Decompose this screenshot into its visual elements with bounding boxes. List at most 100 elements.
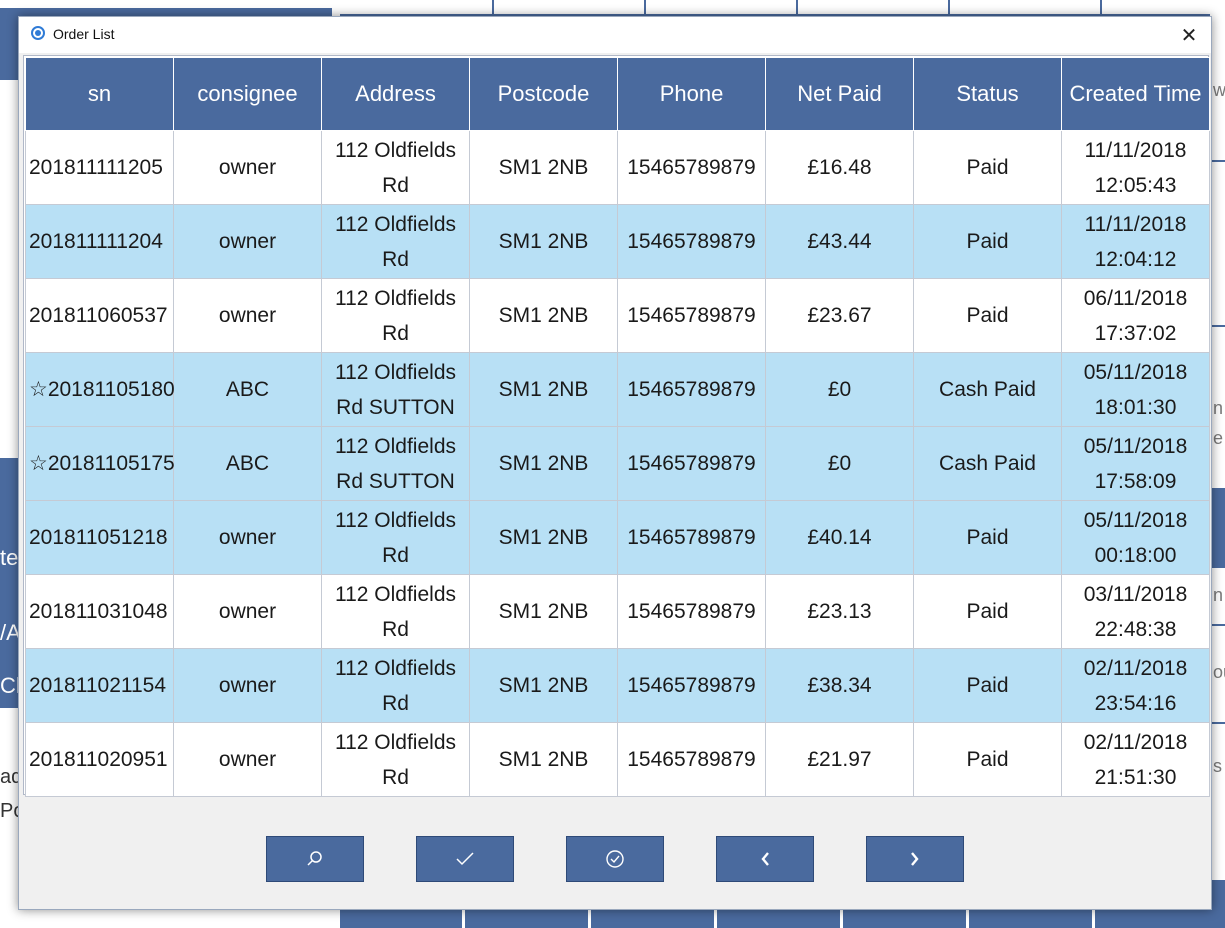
cell-created-time-text: 02/11/2018 [1083, 656, 1188, 680]
cell-address-text: 112 Oldfields [334, 656, 457, 680]
order-table-container: sn consignee Address Postcode Phone Net … [23, 55, 1210, 797]
background-divider [1212, 624, 1225, 626]
column-header-consignee[interactable]: consignee [173, 57, 322, 131]
cell-sn-text: 201811111204 [29, 230, 163, 253]
cell-phone-text: 15465789879 [627, 600, 756, 623]
cell-postcode: SM1 2NB [469, 130, 618, 205]
background-divider [1100, 0, 1102, 14]
table-row[interactable]: 201811031048 owner 112 Oldfields Rd SM1 2NB 1… [25, 574, 1210, 649]
cell-sn: 201811021154 [25, 648, 174, 723]
column-header-address[interactable]: Address [321, 57, 470, 131]
cell-address: 112 Oldfields Rd [321, 574, 470, 649]
table-row[interactable]: 201811060537 owner 112 Oldfields Rd SM1 2NB 1… [25, 278, 1210, 353]
background-right-button [1212, 488, 1225, 568]
cell-created-time: 06/11/2018 17:37:02 [1061, 278, 1210, 353]
background-divider [1212, 325, 1225, 327]
cell-phone: 15465789879 [617, 574, 766, 649]
cell-postcode: SM1 2NB [469, 648, 618, 723]
cell-address-text: Rd SUTTON [336, 395, 455, 419]
cell-address-text: 112 Oldfields [334, 212, 457, 236]
cell-phone-text: 15465789879 [627, 378, 756, 401]
cell-status: Cash Paid [913, 426, 1062, 501]
title-bar[interactable]: Order List ✕ [19, 17, 1211, 53]
cell-created-time: 02/11/2018 21:51:30 [1061, 722, 1210, 797]
cell-created-time-text: 11/11/2018 [1084, 138, 1187, 162]
table-row[interactable]: 201811021154 owner 112 Oldfields Rd SM1 2NB 1… [25, 648, 1210, 723]
cell-status: Paid [913, 130, 1062, 205]
search-icon [307, 851, 322, 866]
cell-address-text: 112 Oldfields [334, 360, 457, 384]
cell-created-time: 05/11/2018 00:18:00 [1061, 500, 1210, 575]
cell-phone: 15465789879 [617, 278, 766, 353]
cell-address-text: Rd [382, 765, 409, 789]
cell-created-time-text: 12:04:12 [1094, 247, 1177, 271]
cell-created-time-text: 22:48:38 [1094, 617, 1177, 641]
table-row[interactable]: 201811020951 owner 112 Oldfields Rd SM1 2NB 1… [25, 722, 1210, 797]
close-button[interactable]: ✕ [1175, 23, 1203, 47]
background-top-strip [340, 0, 1225, 16]
cell-sn-text: ☆20181105175 [29, 452, 175, 475]
cell-phone-text: 15465789879 [627, 748, 756, 771]
circle-check-icon [606, 850, 624, 868]
background-divider [462, 908, 465, 928]
cell-address-text: Rd [382, 321, 409, 345]
cell-address: 112 Oldfields Rd [321, 278, 470, 353]
cell-phone: 15465789879 [617, 204, 766, 279]
cell-consignee: owner [173, 722, 322, 797]
cell-consignee: ABC [173, 352, 322, 427]
cell-address: 112 Oldfields Rd [321, 130, 470, 205]
table-row[interactable]: ☆20181105175 ABC 112 Oldfields Rd SUTTON SM1… [25, 426, 1210, 501]
table-row[interactable]: 201811111205 owner 112 Oldfields Rd SM1 2NB 1… [25, 130, 1210, 205]
app-icon [31, 26, 45, 40]
chevron-right-icon [911, 852, 919, 866]
cell-sn-text: 201811051218 [29, 526, 168, 549]
column-header-sn[interactable]: sn [25, 57, 174, 131]
cell-address: 112 Oldfields Rd [321, 500, 470, 575]
cell-net-paid: £21.97 [765, 722, 914, 797]
cell-postcode: SM1 2NB [469, 500, 618, 575]
table-row[interactable]: 201811051218 owner 112 Oldfields Rd SM1 2NB 1… [25, 500, 1210, 575]
cell-consignee: owner [173, 278, 322, 353]
cell-status: Cash Paid [913, 352, 1062, 427]
search-button[interactable] [266, 836, 364, 882]
cell-consignee-text: owner [218, 230, 277, 253]
cell-postcode-text: SM1 2NB [498, 304, 589, 327]
cell-postcode-text: SM1 2NB [498, 674, 589, 697]
cell-created-time-text: 05/11/2018 [1083, 508, 1188, 532]
complete-button[interactable] [566, 836, 664, 882]
column-header-postcode[interactable]: Postcode [469, 57, 618, 131]
cell-sn: 201811111205 [25, 130, 174, 205]
column-header-created-time[interactable]: Created Time [1061, 57, 1210, 131]
next-page-button[interactable] [866, 836, 964, 882]
background-divider [840, 908, 843, 928]
cell-address-text: 112 Oldfields [334, 730, 457, 754]
table-row[interactable]: ☆20181105180 ABC 112 Oldfields Rd SUTTON SM1… [25, 352, 1210, 427]
cell-address-text: 112 Oldfields [334, 286, 457, 310]
cell-phone-text: 15465789879 [627, 526, 756, 549]
confirm-button[interactable] [416, 836, 514, 882]
cell-status: Paid [913, 648, 1062, 723]
cell-net-paid-text: £0 [827, 452, 852, 475]
cell-consignee-text: ABC [225, 452, 270, 475]
cell-sn: 201811111204 [25, 204, 174, 279]
cell-created-time-text: 21:51:30 [1094, 765, 1177, 789]
cell-consignee-text: owner [218, 674, 277, 697]
cell-created-time-text: 06/11/2018 [1083, 286, 1188, 310]
column-header-phone[interactable]: Phone [617, 57, 766, 131]
cell-created-time: 11/11/2018 12:05:43 [1061, 130, 1210, 205]
cell-phone: 15465789879 [617, 130, 766, 205]
cell-created-time-text: 17:58:09 [1094, 469, 1177, 493]
column-header-net-paid[interactable]: Net Paid [765, 57, 914, 131]
cell-net-paid: £0 [765, 352, 914, 427]
cell-created-time-text: 12:05:43 [1094, 173, 1177, 197]
table-row[interactable]: 201811111204 owner 112 Oldfields Rd SM1 2NB 1… [25, 204, 1210, 279]
background-right-text: w [1213, 80, 1225, 100]
cell-created-time-text: 18:01:30 [1094, 395, 1177, 419]
cell-consignee: ABC [173, 426, 322, 501]
cell-postcode: SM1 2NB [469, 574, 618, 649]
cell-net-paid: £40.14 [765, 500, 914, 575]
cell-postcode: SM1 2NB [469, 278, 618, 353]
column-header-status[interactable]: Status [913, 57, 1062, 131]
previous-page-button[interactable] [716, 836, 814, 882]
cell-created-time: 03/11/2018 22:48:38 [1061, 574, 1210, 649]
